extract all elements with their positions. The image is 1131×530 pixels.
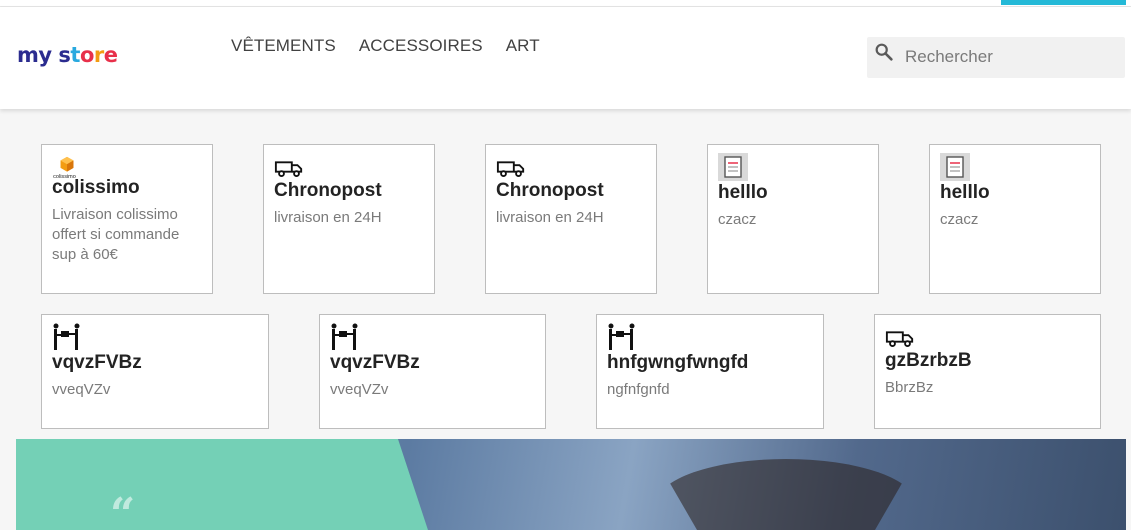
carrier-card[interactable]: helllo czacz bbox=[929, 144, 1101, 294]
search-input[interactable] bbox=[905, 47, 1115, 67]
carrier-description: ngfnfgnfd bbox=[607, 381, 670, 398]
carrier-title: Chronopost bbox=[274, 180, 382, 201]
carrier-description: vveqVZv bbox=[52, 381, 111, 398]
carrier-title: Chronopost bbox=[496, 180, 604, 201]
carrier-title: vqvzFVBz bbox=[330, 352, 420, 373]
delivery-truck-icon bbox=[885, 331, 914, 347]
colissimo-logo-icon: colissimo bbox=[53, 156, 76, 179]
carrier-description: czacz bbox=[940, 211, 979, 228]
carrier-description: vveqVZv bbox=[330, 381, 389, 398]
carrier-card[interactable]: colissimo colissimo Livraison colissimo … bbox=[41, 144, 213, 294]
carrier-card[interactable]: Chronopost livraison en 24H bbox=[263, 144, 435, 294]
image-placeholder-icon bbox=[940, 153, 970, 181]
top-bar bbox=[0, 0, 1131, 7]
delivery-truck-icon bbox=[274, 161, 303, 177]
carrier-description: BbrzBz bbox=[885, 379, 934, 396]
carrier-card[interactable]: helllo czacz bbox=[707, 144, 879, 294]
carrier-description: czacz bbox=[718, 211, 757, 228]
hand-delivery-icon bbox=[331, 323, 358, 350]
carrier-card[interactable]: Chronopost livraison en 24H bbox=[485, 144, 657, 294]
carrier-title: vqvzFVBz bbox=[52, 352, 142, 373]
carrier-card[interactable]: gzBzrbzB BbrzBz bbox=[874, 314, 1101, 429]
top-bar-accent bbox=[1001, 0, 1126, 5]
main-nav: Vêtements Accessoires Art bbox=[231, 36, 540, 56]
carrier-description: livraison en 24H bbox=[274, 209, 382, 226]
carrier-title: gzBzrbzB bbox=[885, 350, 972, 371]
nav-item-art[interactable]: Art bbox=[506, 36, 540, 56]
image-placeholder-icon bbox=[718, 153, 748, 181]
quote-mark-icon: “ bbox=[110, 489, 136, 530]
carrier-title: helllo bbox=[940, 182, 990, 203]
search-icon[interactable] bbox=[873, 41, 895, 63]
carrier-description: livraison en 24H bbox=[496, 209, 604, 226]
search-box bbox=[867, 37, 1125, 78]
carrier-title: hnfgwngfwngfd bbox=[607, 352, 749, 373]
site-header: my store Vêtements Accessoires Art bbox=[0, 7, 1131, 109]
hand-delivery-icon bbox=[608, 323, 635, 350]
nav-item-accessoires[interactable]: Accessoires bbox=[359, 36, 483, 56]
carrier-card[interactable]: vqvzFVBz vveqVZv bbox=[319, 314, 546, 429]
hand-delivery-icon bbox=[53, 323, 80, 350]
store-logo[interactable]: my store bbox=[17, 43, 118, 67]
delivery-truck-icon bbox=[496, 161, 525, 177]
carrier-card[interactable]: hnfgwngfwngfd ngfnfgnfd bbox=[596, 314, 824, 429]
carrier-card[interactable]: vqvzFVBz vveqVZv bbox=[41, 314, 269, 429]
carrier-title: helllo bbox=[718, 182, 768, 203]
hero-banner[interactable]: “ bbox=[16, 439, 1126, 530]
nav-item-vetements[interactable]: Vêtements bbox=[231, 36, 336, 56]
carrier-title: colissimo bbox=[52, 177, 140, 198]
carrier-description: Livraison colissimo offert si commande s… bbox=[52, 206, 180, 263]
